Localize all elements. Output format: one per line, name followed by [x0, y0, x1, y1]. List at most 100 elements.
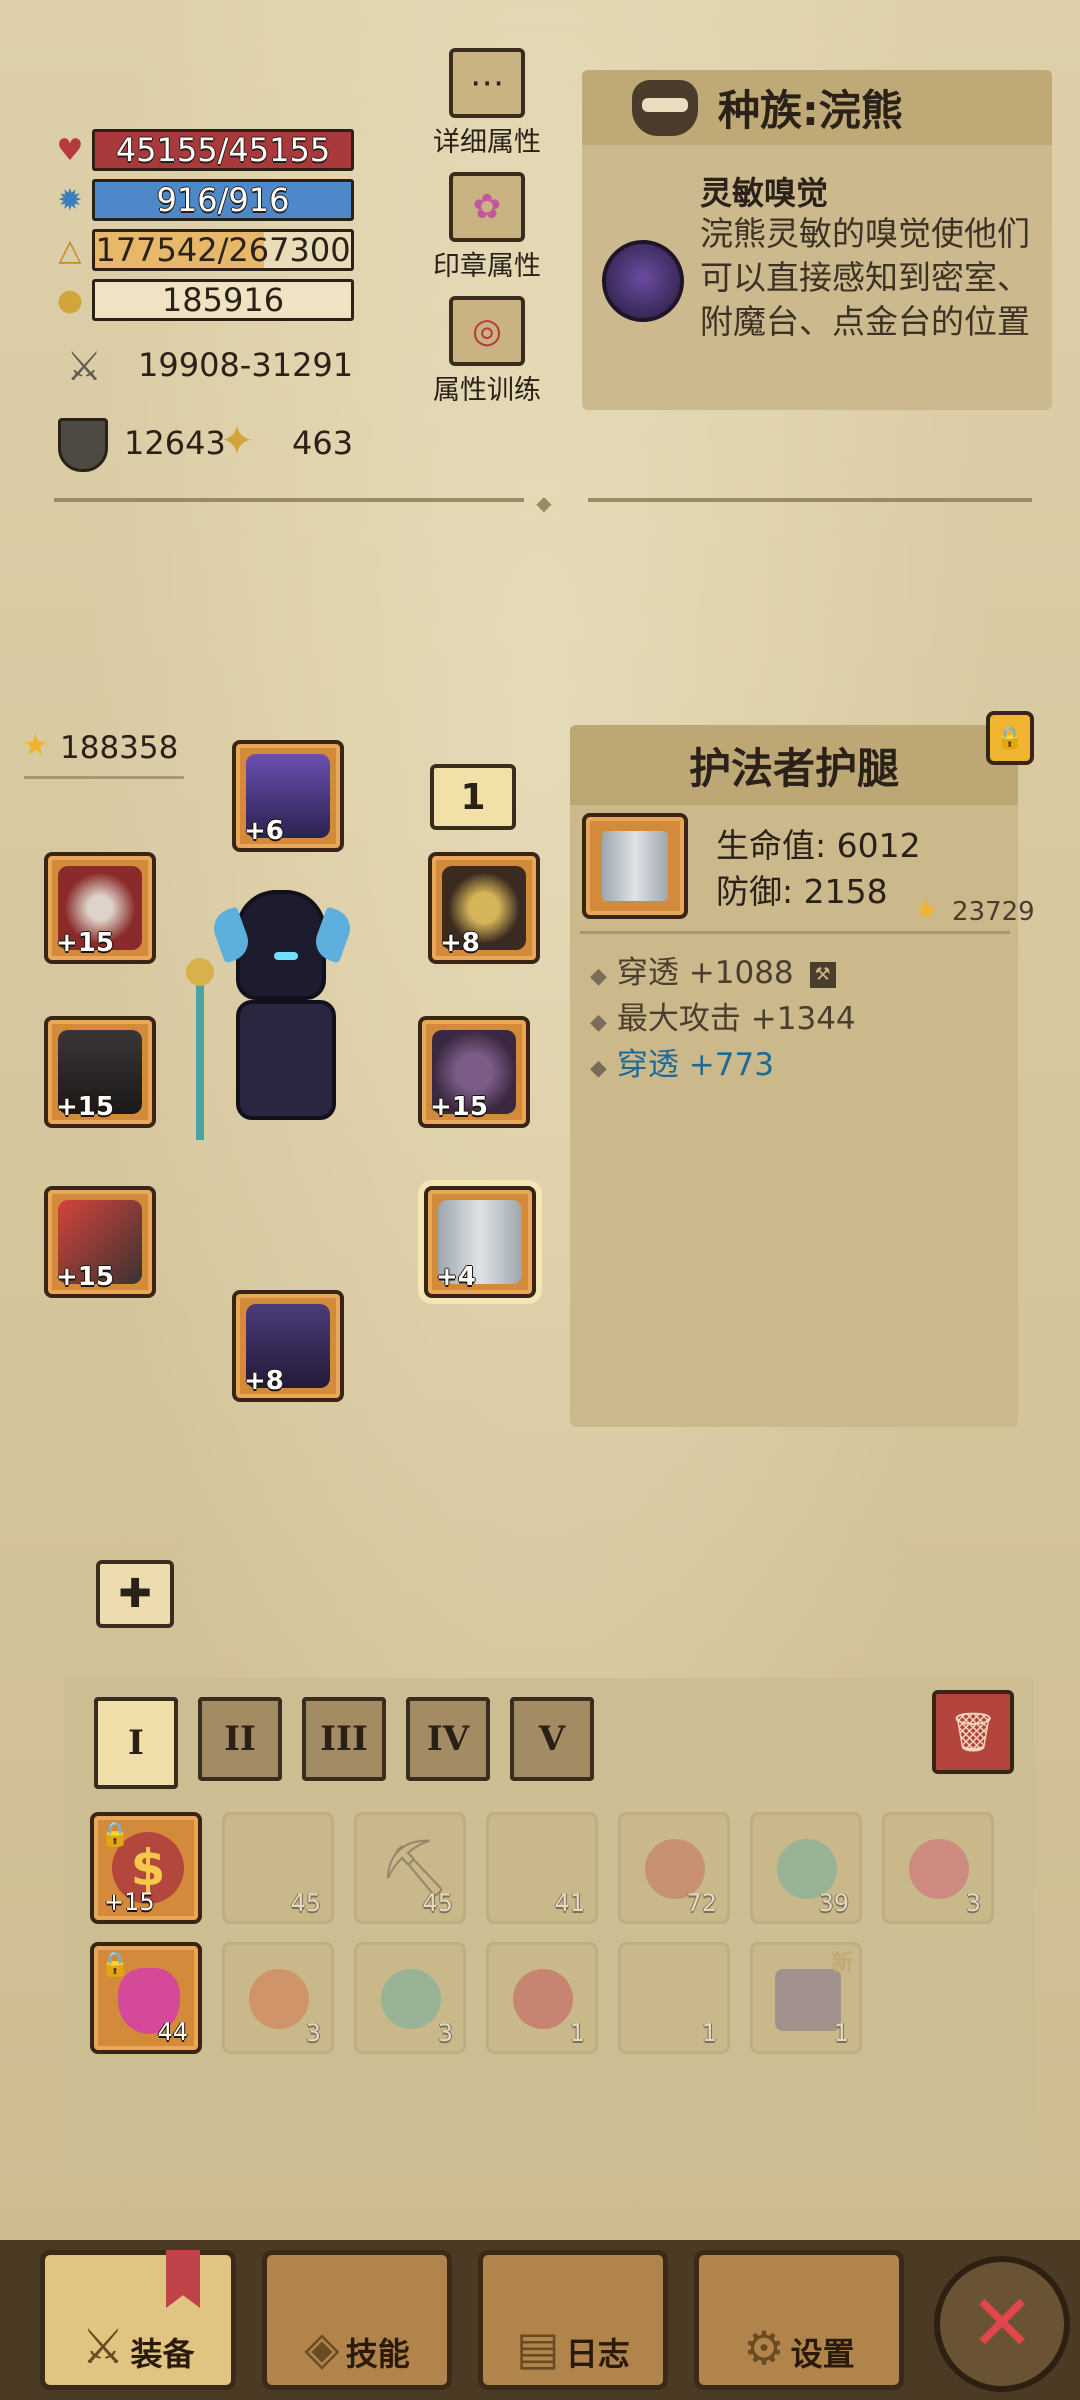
equip-level: +15: [56, 928, 114, 958]
trash-icon[interactable]: 🗑: [932, 1690, 1014, 1774]
nav-settings-button[interactable]: ⚙ 设置: [694, 2250, 904, 2390]
loadout-page-badge[interactable]: 1: [430, 764, 516, 830]
equip-level: +4: [436, 1262, 476, 1292]
item-count: 44: [157, 2018, 188, 2046]
bag-item-aqua-potion[interactable]: 3: [354, 1942, 466, 2054]
shield-icon: [58, 418, 108, 472]
hammer-icon[interactable]: ⚒: [809, 961, 836, 988]
equip-slot-boots[interactable]: +8: [232, 1290, 344, 1402]
bag-item-magenta-potion[interactable]: 🔒 44: [90, 1942, 202, 2054]
bag-item-pickaxe[interactable]: ⛏ 45: [354, 1812, 466, 1924]
defense-value: 12643: [124, 424, 226, 462]
attribute-training-label: 属性训练: [433, 375, 541, 406]
item-count: 45: [290, 1889, 321, 1917]
star-icon: ★: [914, 893, 940, 926]
close-button[interactable]: ✕: [934, 2256, 1070, 2392]
property-text: 穿透 +1088: [616, 955, 794, 991]
equip-slot-necklace[interactable]: +8: [428, 852, 540, 964]
item-count: 1: [701, 2019, 717, 2047]
nav-settings-label: 设置: [790, 2335, 855, 2373]
keen-smell-skill-icon[interactable]: [602, 240, 684, 322]
attack-value: 19908-31291: [138, 346, 354, 384]
bag-item-eye-scroll[interactable]: 41: [486, 1812, 598, 1924]
bag-item-red-flask[interactable]: 1: [486, 1942, 598, 2054]
equip-level: +8: [440, 928, 480, 958]
seal-attributes-button[interactable]: ✿ 印章属性: [412, 172, 562, 283]
item-property-enchant: ◆ 穿透 +773: [590, 1047, 774, 1083]
nav-log-button[interactable]: ▤ 日志: [478, 2250, 668, 2390]
divider-ornament-icon: ◆: [536, 491, 552, 515]
bag-item-pink-potion[interactable]: 3: [882, 1812, 994, 1924]
equip-slot-leggings[interactable]: +4: [424, 1186, 536, 1298]
lock-icon: 🔒: [100, 1820, 130, 1848]
item-count: 41: [554, 1889, 585, 1917]
item-icon: [582, 813, 688, 919]
equip-slot-armor[interactable]: +15: [44, 1016, 156, 1128]
nav-skill-button[interactable]: ◈ 技能: [262, 2250, 452, 2390]
item-property: ◆ 穿透 +1088 ⚒: [590, 947, 836, 992]
nav-log-label: 日志: [565, 2335, 630, 2373]
attribute-training-button[interactable]: ◎ 属性训练: [412, 296, 562, 407]
divider-right: [588, 498, 1032, 502]
item-count: 1: [833, 2019, 849, 2047]
equip-slot-helmet[interactable]: +6: [232, 740, 344, 852]
item-title: 护法者护腿: [688, 743, 899, 793]
bag-tab-5[interactable]: V: [510, 1697, 594, 1781]
item-hp: 生命值: 6012: [716, 826, 921, 865]
axe-icon: ⚔: [81, 2319, 125, 2375]
equip-level: +15: [56, 1092, 114, 1122]
mp-row: ✹ 916/916: [50, 178, 354, 222]
item-count: 72: [686, 1889, 717, 1917]
bag-tab-4[interactable]: IV: [406, 1697, 490, 1781]
bag-item-coin-bag[interactable]: $ 🔒 +15: [90, 1812, 202, 1924]
flower-seal-icon: ✿: [449, 172, 525, 242]
divider-left: [54, 498, 524, 502]
skill-icon: ◈: [304, 2321, 340, 2375]
item-defense: 防御: 2158: [716, 872, 888, 911]
equip-slot-gloves[interactable]: +15: [44, 1186, 156, 1298]
mana-icon: ✹: [57, 182, 83, 218]
item-divider: [580, 931, 1010, 934]
detail-attributes-button[interactable]: ⋯ 详细属性: [412, 48, 562, 159]
bag-item-teal-potion[interactable]: 39: [750, 1812, 862, 1924]
gold-bar: 185916: [92, 279, 354, 321]
item-header: 护法者护腿: [570, 725, 1018, 805]
bag-item-wings[interactable]: 1: [618, 1942, 730, 2054]
seal-attributes-label: 印章属性: [433, 251, 541, 282]
hp-row: ♥ 45155/45155: [50, 128, 354, 172]
equip-slot-weapon[interactable]: +15: [44, 852, 156, 964]
bag-item-red-potion[interactable]: 72: [618, 1812, 730, 1924]
item-count: 3: [305, 2019, 321, 2047]
new-badge: 新: [830, 1951, 853, 1976]
property-text: 穿透 +773: [616, 1047, 774, 1083]
star-icon: ★: [22, 728, 49, 763]
equip-slot-horns[interactable]: +15: [418, 1016, 530, 1128]
item-count: +15: [104, 1888, 155, 1916]
item-count: 1: [569, 2019, 585, 2047]
gold-icon: ●: [56, 282, 84, 318]
nav-equip-label: 装备: [130, 2335, 195, 2373]
bag-item-purple-boots[interactable]: 新 1: [750, 1942, 862, 2054]
skill-name: 灵敏嗅觉: [700, 174, 829, 212]
skill-description: 浣熊灵敏的嗅觉使他们可以直接感知到密室、附魔台、点金台的位置: [700, 214, 1030, 341]
item-score: 23729: [952, 897, 1035, 927]
total-score: 188358: [60, 730, 179, 766]
character-avatar: [186, 880, 376, 1170]
exp-row: △ 177542/267300: [50, 228, 354, 272]
lock-icon[interactable]: 🔒: [986, 711, 1034, 765]
connector-line: [24, 776, 184, 779]
crossed-swords-icon: ⚔: [66, 344, 102, 390]
bag-item-orange-potion[interactable]: 3: [222, 1942, 334, 2054]
nav-equip-button[interactable]: ⚔ 装备: [40, 2250, 236, 2390]
gold-row: ● 185916: [50, 278, 354, 322]
bag-tab-3[interactable]: III: [302, 1697, 386, 1781]
race-header: 种族:浣熊: [582, 70, 1052, 145]
detail-attributes-label: 详细属性: [433, 127, 541, 158]
bag-item-scroll[interactable]: 45: [222, 1812, 334, 1924]
bag-tab-2[interactable]: II: [198, 1697, 282, 1781]
heart-icon: ♥: [56, 132, 84, 168]
add-set-button[interactable]: ✚: [96, 1560, 174, 1628]
exp-triangle-icon: △: [58, 232, 82, 268]
bag-tab-1[interactable]: I: [94, 1697, 178, 1789]
power-orb-icon: ✦: [219, 416, 255, 465]
